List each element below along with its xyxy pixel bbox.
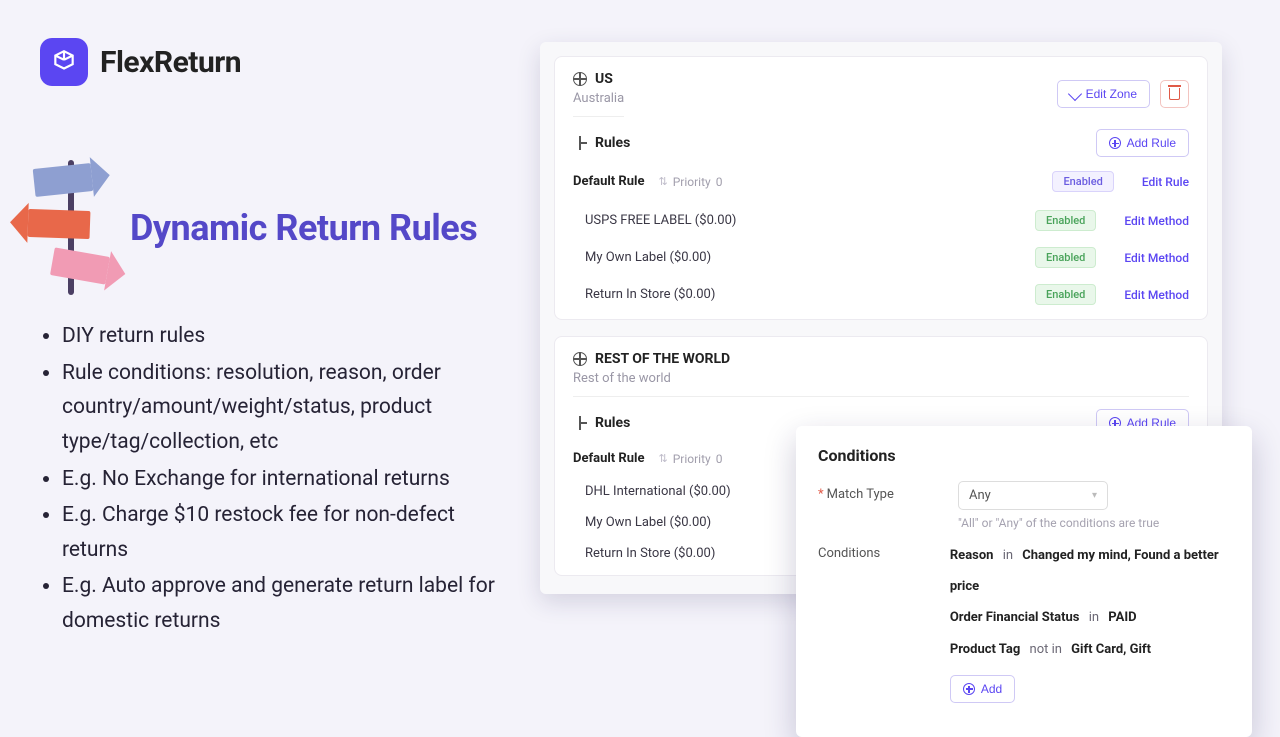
rule-priority: ⇅ Priority 0	[659, 452, 723, 466]
plus-icon	[963, 683, 975, 695]
method-label: My Own Label ($0.00)	[585, 250, 711, 265]
rules-icon	[573, 416, 587, 430]
status-badge: Enabled	[1052, 171, 1113, 192]
method-label: Return In Store ($0.00)	[585, 546, 715, 561]
delete-zone-button[interactable]	[1160, 80, 1189, 108]
brand: FlexReturn	[40, 38, 241, 86]
default-rule-row: Default Rule ⇅ Priority 0 Enabled Edit R…	[573, 161, 1189, 202]
edit-method-link[interactable]: Edit Method	[1124, 288, 1189, 302]
trash-icon	[1169, 88, 1180, 100]
status-badge: Enabled	[1035, 247, 1096, 268]
add-rule-button[interactable]: Add Rule	[1096, 129, 1189, 157]
edit-zone-button[interactable]: Edit Zone	[1057, 80, 1150, 108]
pencil-icon	[1068, 87, 1082, 101]
match-type-value: Any	[969, 488, 991, 503]
hero-section: Dynamic Return Rules DIY return rules Ru…	[22, 160, 512, 641]
rules-heading: Rules	[595, 135, 630, 151]
zone-subtitle: Rest of the world	[573, 371, 1189, 397]
popover-title: Conditions	[818, 446, 1230, 465]
hero-bullets: DIY return rules Rule conditions: resolu…	[22, 319, 512, 639]
rule-name: Default Rule	[573, 174, 645, 189]
rules-icon	[573, 136, 587, 150]
condition-row: Product Tag not in Gift Card, Gift	[950, 634, 1230, 665]
brand-name: FlexReturn	[100, 45, 241, 80]
sort-icon: ⇅	[659, 175, 668, 188]
zone-subtitle: Australia	[573, 91, 624, 117]
rules-heading: Rules	[595, 415, 630, 431]
add-rule-label: Add Rule	[1127, 136, 1176, 150]
method-row: Return In Store ($0.00) Enabled Edit Met…	[573, 276, 1189, 313]
method-row: USPS FREE LABEL ($0.00) Enabled Edit Met…	[573, 202, 1189, 239]
plus-icon	[1109, 137, 1121, 149]
globe-icon	[573, 352, 587, 366]
method-label: DHL International ($0.00)	[585, 484, 731, 499]
add-condition-button[interactable]: Add	[950, 675, 1015, 703]
conditions-popover: Conditions *Match Type Any ▾ "All" or "A…	[796, 426, 1252, 737]
edit-method-link[interactable]: Edit Method	[1124, 214, 1189, 228]
rule-priority: ⇅ Priority 0	[659, 175, 723, 189]
hero-bullet: E.g. Charge $10 restock fee for non-defe…	[62, 498, 512, 567]
hero-title: Dynamic Return Rules	[130, 207, 477, 249]
zone-card-us: US Australia Edit Zone Rules	[554, 56, 1208, 320]
zone-title: REST OF THE WORLD	[595, 351, 730, 367]
method-label: Return In Store ($0.00)	[585, 287, 715, 302]
condition-row: Order Financial Status in PAID	[950, 602, 1230, 633]
signpost-illustration	[22, 160, 112, 295]
method-row: My Own Label ($0.00) Enabled Edit Method	[573, 239, 1189, 276]
conditions-list: Reason in Changed my mind, Found a bette…	[950, 540, 1230, 707]
hero-bullet: E.g. No Exchange for international retur…	[62, 462, 512, 497]
hero-bullet: E.g. Auto approve and generate return la…	[62, 569, 512, 638]
match-type-select[interactable]: Any ▾	[958, 481, 1108, 510]
sort-icon: ⇅	[659, 452, 668, 465]
match-type-label: *Match Type	[818, 481, 934, 502]
chevron-down-icon: ▾	[1092, 490, 1097, 501]
brand-logo-icon	[40, 38, 88, 86]
status-badge: Enabled	[1035, 210, 1096, 231]
edit-method-link[interactable]: Edit Method	[1124, 251, 1189, 265]
hero-bullet: Rule conditions: resolution, reason, ord…	[62, 356, 512, 460]
method-label: My Own Label ($0.00)	[585, 515, 711, 530]
status-badge: Enabled	[1035, 284, 1096, 305]
edit-zone-label: Edit Zone	[1086, 87, 1137, 101]
rule-name: Default Rule	[573, 451, 645, 466]
match-type-hint: "All" or "Any" of the conditions are tru…	[958, 516, 1159, 530]
globe-icon	[573, 72, 587, 86]
add-condition-label: Add	[981, 682, 1002, 696]
conditions-label: Conditions	[818, 540, 926, 561]
hero-bullet: DIY return rules	[62, 319, 512, 354]
zone-title: US	[595, 71, 613, 87]
method-label: USPS FREE LABEL ($0.00)	[585, 213, 736, 228]
edit-rule-link[interactable]: Edit Rule	[1142, 175, 1189, 189]
condition-row: Reason in Changed my mind, Found a bette…	[950, 540, 1230, 602]
